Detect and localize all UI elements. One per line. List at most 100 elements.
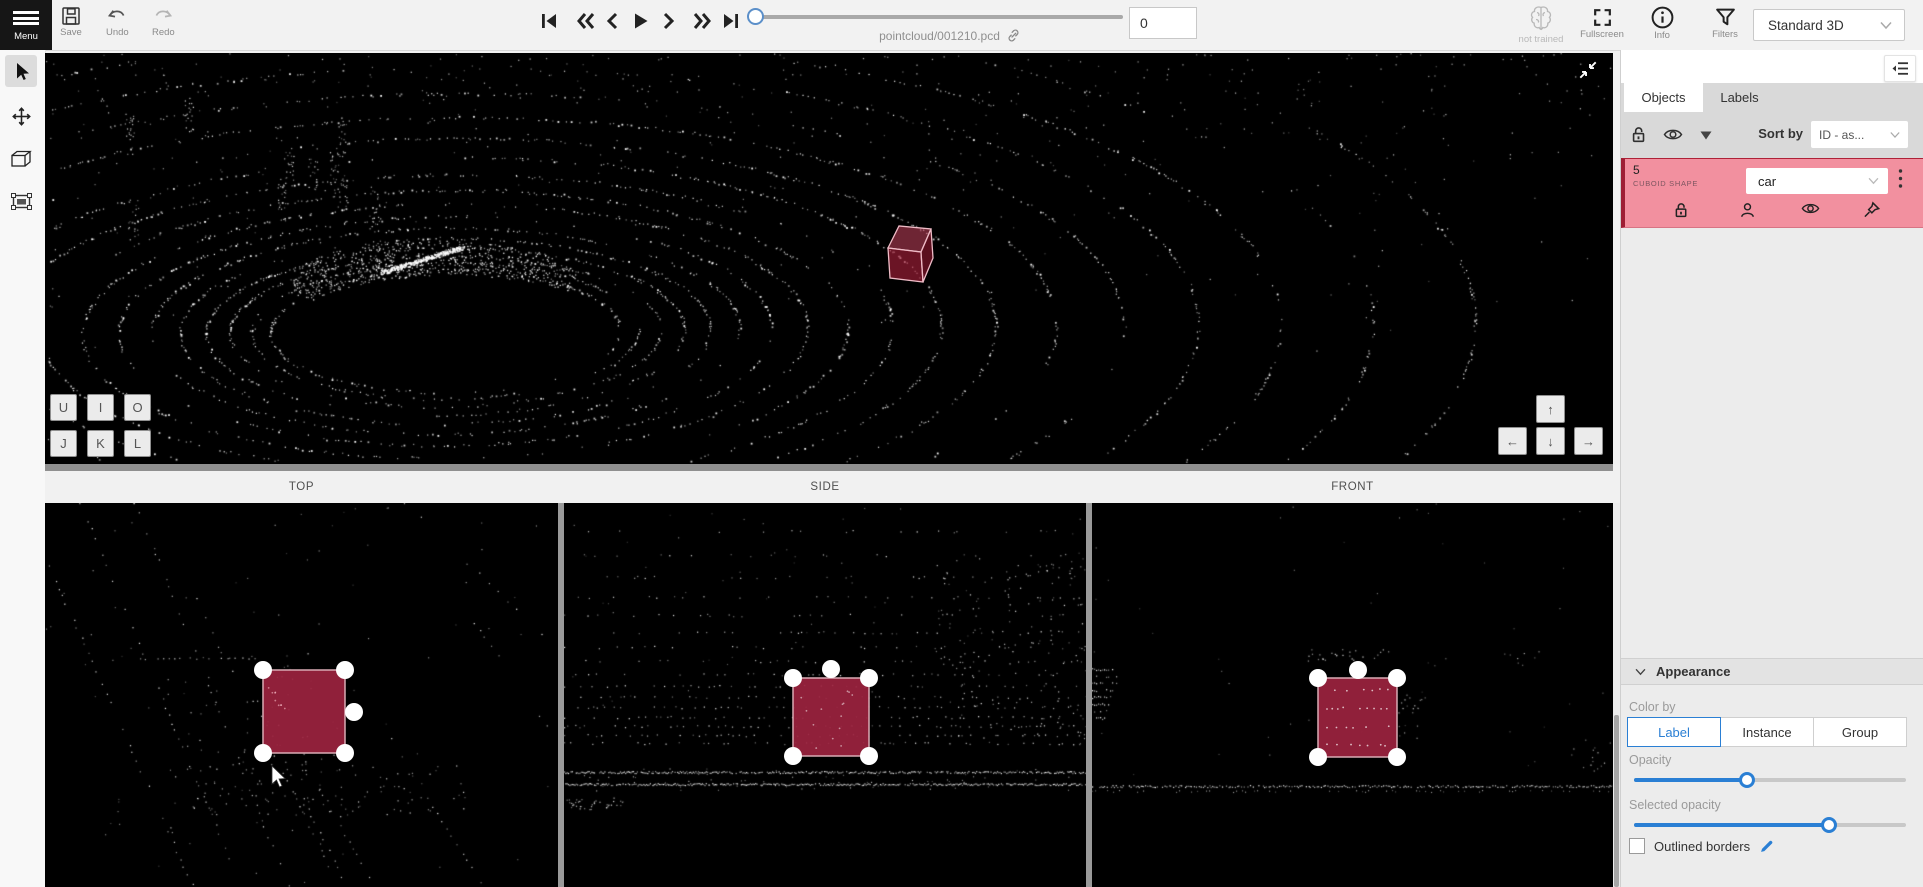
filename-text: pointcloud/001210.pcd: [879, 29, 1000, 43]
eye-icon: [1801, 201, 1820, 216]
scrollbar-thumb[interactable]: [1614, 715, 1619, 887]
appearance-section-header[interactable]: Appearance: [1621, 658, 1923, 685]
shrink-view-button[interactable]: [1577, 59, 1599, 81]
brain-icon: [1526, 3, 1556, 34]
hotkey-o[interactable]: O: [124, 394, 151, 421]
prev-frame-button[interactable]: [604, 11, 620, 31]
move-tool-button[interactable]: [5, 100, 37, 132]
hamburger-icon: [13, 9, 39, 28]
view-label-strip: TOP SIDE FRONT: [45, 471, 1613, 503]
filters-icon: [1714, 6, 1737, 29]
object-pin-button[interactable]: [1863, 201, 1879, 219]
color-by-label: Color by: [1629, 700, 1676, 714]
object-assignee-button[interactable]: [1739, 201, 1755, 219]
toolbar: Menu Save Undo Redo pointcloud/001210.pc…: [0, 0, 1923, 51]
hotkey-j[interactable]: J: [50, 430, 77, 457]
outlined-borders-row: Outlined borders: [1629, 838, 1774, 854]
opacity-slider[interactable]: [1634, 772, 1906, 788]
menu-button[interactable]: Menu: [0, 0, 52, 50]
collapse-panel-button[interactable]: [1884, 55, 1916, 82]
frame-slider-thumb[interactable]: [747, 8, 764, 25]
nav-left-button[interactable]: ←: [1498, 427, 1527, 455]
show-all-button[interactable]: [1663, 127, 1683, 142]
select-tool-button[interactable]: [5, 55, 37, 87]
opacity-slider-thumb[interactable]: [1739, 772, 1755, 788]
top-view-overlay: [45, 503, 558, 887]
kebab-icon: [1898, 168, 1903, 190]
image-tool-button[interactable]: [5, 185, 37, 217]
opacity-label: Opacity: [1629, 753, 1671, 767]
sort-by-label: Sort by: [1741, 126, 1803, 141]
lock-all-button[interactable]: [1630, 125, 1647, 144]
hotkey-l[interactable]: L: [124, 430, 151, 457]
top-view-label: TOP: [45, 471, 558, 503]
nav-up-button[interactable]: ↑: [1536, 395, 1565, 423]
color-by-instance-button[interactable]: Instance: [1720, 717, 1814, 747]
object-lock-button[interactable]: [1673, 201, 1689, 219]
color-by-label-button[interactable]: Label: [1627, 717, 1721, 747]
image-region-icon: [11, 193, 32, 210]
fast-rewind-button[interactable]: [575, 11, 597, 31]
cuboid-side-face[interactable]: [793, 678, 869, 756]
nav-right-button[interactable]: →: [1574, 427, 1603, 455]
redo-button[interactable]: Redo: [152, 5, 175, 38]
cuboid-top-face[interactable]: [263, 670, 345, 753]
next-frame-button[interactable]: [661, 11, 677, 31]
skip-end-button[interactable]: [721, 11, 741, 31]
main-3d-view[interactable]: U I O J K L ↑ ← ↓ →: [45, 53, 1613, 464]
selected-opacity-label: Selected opacity: [1629, 798, 1721, 812]
object-label-select[interactable]: car: [1746, 168, 1888, 194]
chevron-down-icon: [1868, 177, 1879, 185]
view-mode-select[interactable]: Standard 3D: [1753, 9, 1905, 41]
tab-objects[interactable]: Objects: [1624, 83, 1703, 112]
shrink-icon: [1577, 59, 1599, 81]
view-divider[interactable]: [1086, 503, 1092, 887]
outlined-borders-checkbox[interactable]: [1629, 838, 1645, 854]
front-view-overlay: [1092, 503, 1613, 887]
hotkey-u[interactable]: U: [50, 394, 77, 421]
undo-button[interactable]: Undo: [106, 5, 129, 38]
selected-opacity-slider-thumb[interactable]: [1821, 817, 1837, 833]
fast-forward-button[interactable]: [691, 11, 713, 31]
tool-sidebar: [0, 50, 46, 887]
info-button[interactable]: Info: [1644, 5, 1680, 41]
viewport-resize-handle[interactable]: [45, 464, 1613, 471]
frame-slider-track[interactable]: [752, 15, 1123, 19]
filename-row: pointcloud/001210.pcd: [810, 28, 1090, 43]
fullscreen-icon: [1591, 6, 1614, 29]
sort-row: Sort by ID - as...: [1621, 112, 1923, 158]
cuboid-tool-button[interactable]: [5, 143, 37, 175]
menu-label: Menu: [14, 31, 38, 42]
info-icon: [1650, 5, 1675, 30]
link-icon[interactable]: [1006, 28, 1021, 43]
selected-opacity-slider[interactable]: [1634, 817, 1906, 833]
panel-header: [1621, 50, 1923, 83]
object-visibility-button[interactable]: [1801, 201, 1817, 219]
ortho-views: [45, 503, 1613, 887]
tab-labels[interactable]: Labels: [1703, 83, 1776, 112]
object-menu-button[interactable]: [1898, 168, 1903, 190]
nav-down-button[interactable]: ↓: [1536, 427, 1565, 455]
save-button[interactable]: Save: [60, 5, 82, 38]
sort-select[interactable]: ID - as...: [1811, 121, 1908, 148]
pointcloud-annotation-app: Menu Save Undo Redo pointcloud/001210.pc…: [0, 0, 1923, 887]
sort-value: ID - as...: [1811, 128, 1890, 142]
hotkey-k[interactable]: K: [87, 430, 114, 457]
view-divider[interactable]: [558, 503, 564, 887]
color-by-group-button[interactable]: Group: [1813, 717, 1907, 747]
cuboid-3d[interactable]: [888, 226, 933, 282]
frame-number-input[interactable]: [1129, 7, 1197, 39]
vertical-scrollbar[interactable]: [1613, 503, 1620, 887]
fullscreen-button[interactable]: Fullscreen: [1577, 6, 1627, 40]
object-row-selected[interactable]: 5 CUBOID SHAPE car: [1621, 158, 1923, 228]
skip-start-button[interactable]: [539, 11, 559, 31]
undo-icon: [106, 5, 128, 27]
play-button[interactable]: [630, 11, 650, 31]
cursor-icon: [13, 62, 30, 81]
expand-all-button[interactable]: [1700, 131, 1712, 140]
edit-color-pencil-icon[interactable]: [1759, 839, 1774, 854]
lock-icon: [1673, 201, 1689, 219]
hotkey-i[interactable]: I: [87, 394, 114, 421]
filters-button[interactable]: Filters: [1703, 6, 1747, 40]
outlined-borders-label: Outlined borders: [1654, 839, 1750, 854]
